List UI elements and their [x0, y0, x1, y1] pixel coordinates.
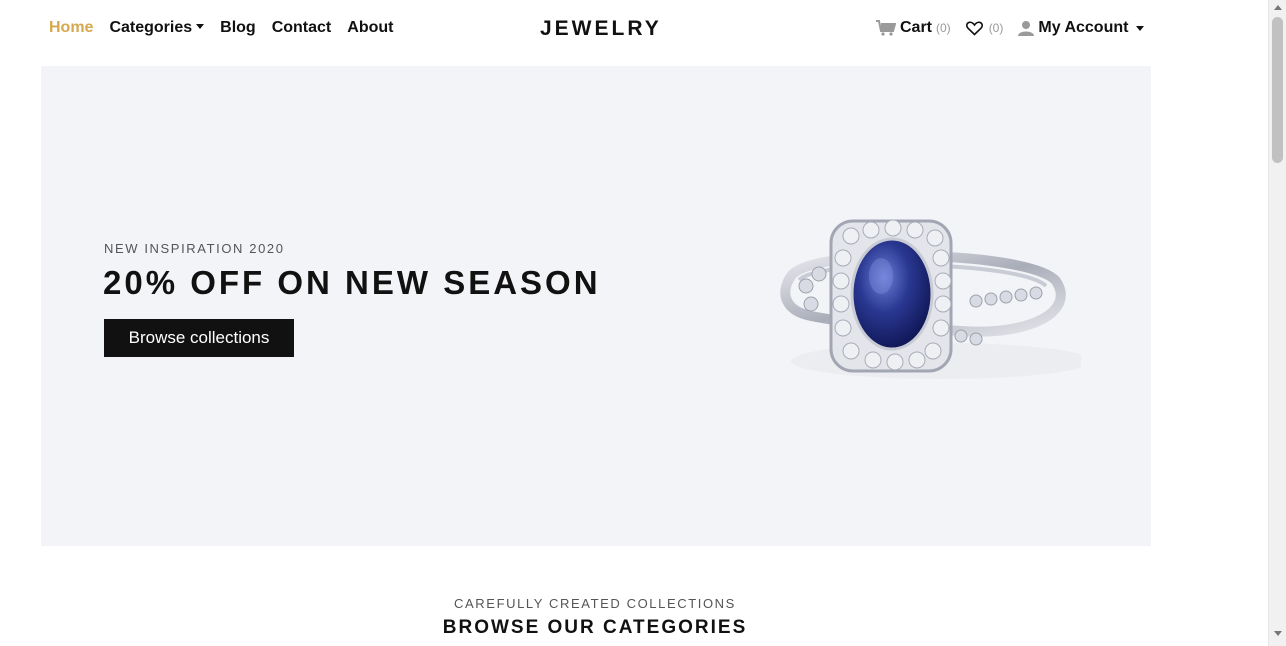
navbar: Home Categories Blog Contact About JEWEL…: [0, 0, 1268, 60]
hero-subtitle: NEW INSPIRATION 2020: [104, 241, 285, 256]
user-icon: [1018, 20, 1035, 36]
browse-collections-button[interactable]: Browse collections: [104, 319, 294, 357]
main-menu: Home Categories Blog Contact About: [49, 19, 393, 37]
hero-banner: NEW INSPIRATION 2020 20% OFF ON NEW SEAS…: [41, 66, 1151, 546]
nav-home[interactable]: Home: [49, 19, 93, 37]
caret-down-icon: [1136, 25, 1145, 31]
scroll-up-arrow-icon[interactable]: [1274, 5, 1282, 10]
nav-categories-label: Categories: [109, 19, 193, 36]
header-actions: Cart (0) (0) My Account: [876, 19, 1145, 37]
brand-logo[interactable]: JEWELRY: [540, 17, 662, 41]
cart-icon: [876, 20, 896, 36]
cart-link[interactable]: Cart (0): [876, 19, 951, 37]
cart-label: Cart: [900, 19, 933, 36]
heart-icon: [965, 20, 983, 36]
section-title: BROWSE OUR CATEGORIES: [442, 617, 748, 638]
nav-categories-dropdown[interactable]: Categories: [109, 19, 205, 37]
page-scrollbar[interactable]: [1268, 0, 1286, 646]
sapphire-ring-image: [780, 219, 1081, 379]
nav-blog[interactable]: Blog: [220, 19, 256, 37]
nav-contact[interactable]: Contact: [272, 19, 332, 37]
scroll-down-arrow-icon[interactable]: [1274, 631, 1282, 636]
nav-about[interactable]: About: [347, 19, 393, 37]
wishlist-link[interactable]: (0): [965, 20, 1004, 36]
scroll-thumb[interactable]: [1272, 17, 1283, 163]
caret-down-icon: [196, 24, 205, 29]
wishlist-count: (0): [988, 21, 1004, 35]
hero-title: 20% OFF ON NEW SEASON: [103, 264, 601, 301]
account-label: My Account: [1038, 19, 1129, 36]
cart-count: (0): [936, 21, 951, 35]
account-dropdown[interactable]: My Account: [1018, 19, 1145, 37]
section-subtitle: CAREFULLY CREATED COLLECTIONS: [454, 596, 736, 611]
